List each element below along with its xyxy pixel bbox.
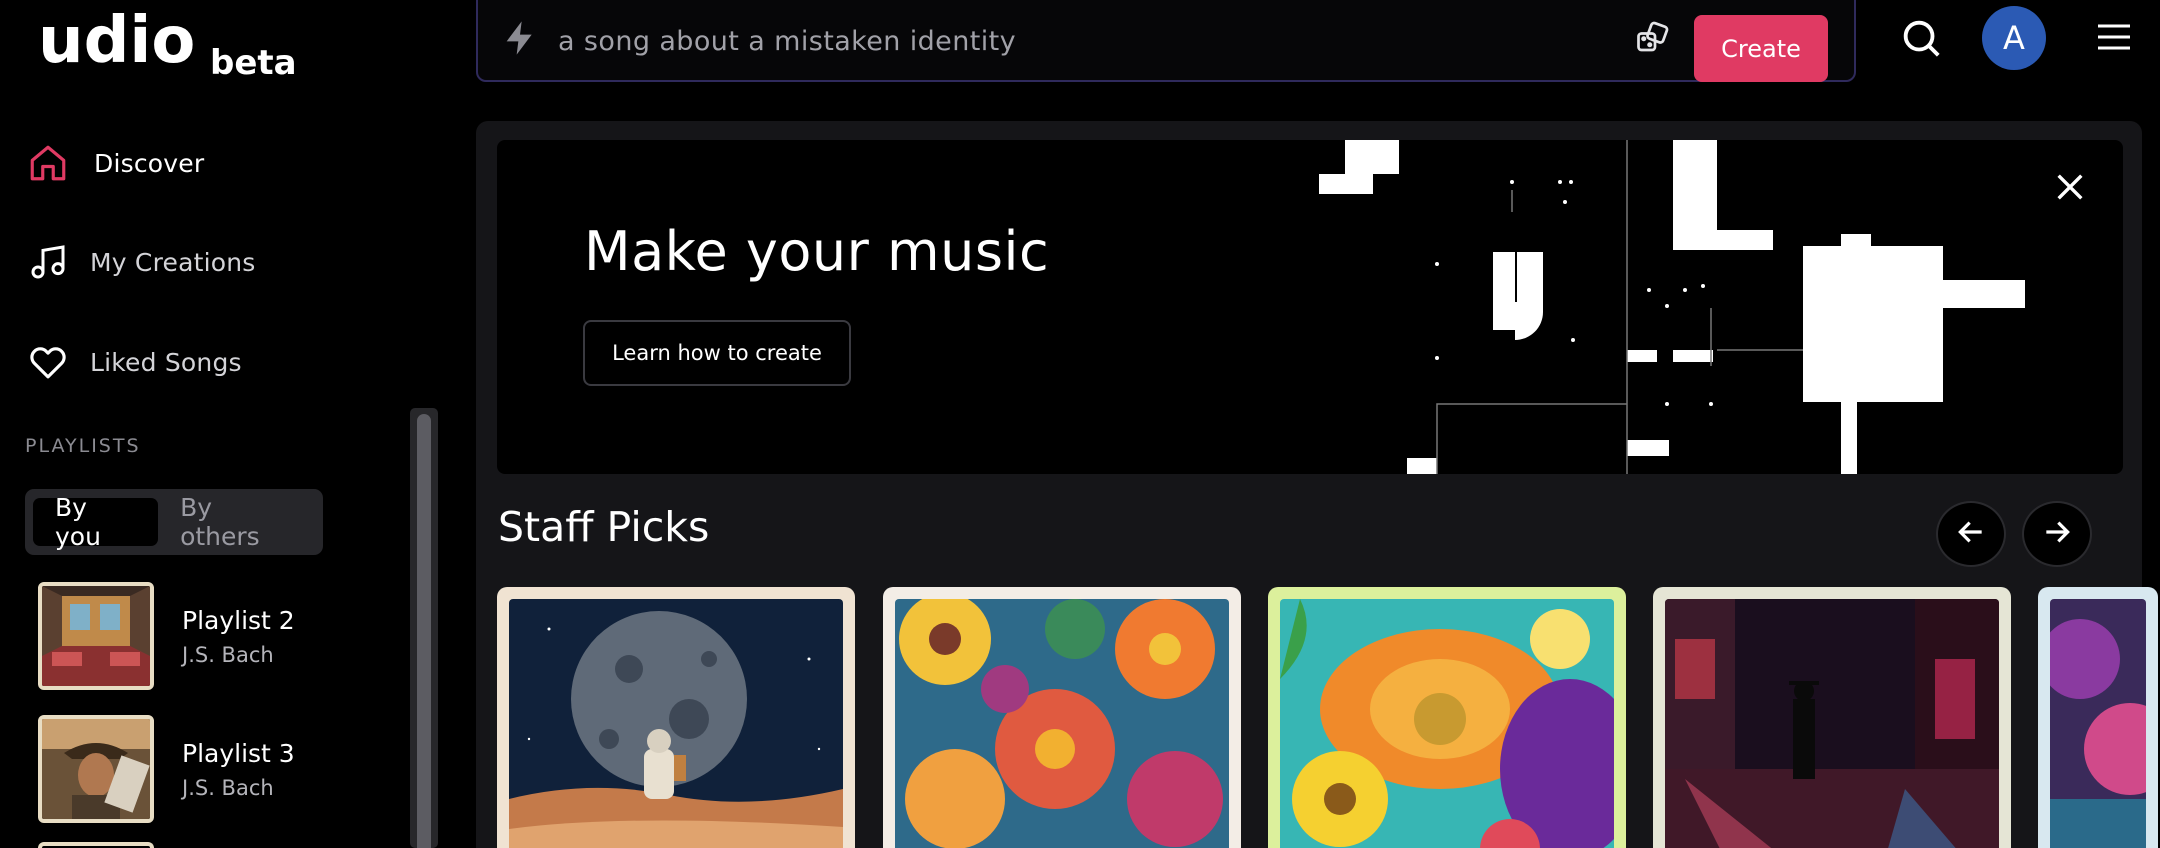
create-button[interactable]: Create [1694, 15, 1828, 82]
staff-picks-title: Staff Picks [498, 503, 710, 551]
prompt-bar: a song about a mistaken identity [476, 0, 1856, 82]
nav-label: Discover [94, 148, 205, 178]
staff-pick-card[interactable] [2038, 587, 2158, 848]
filter-by-others[interactable]: By others [158, 493, 315, 551]
nav-label: Liked Songs [90, 347, 242, 377]
heart-icon [26, 340, 70, 384]
filter-by-you[interactable]: By you [33, 493, 159, 551]
staff-pick-card[interactable] [883, 587, 1241, 848]
arrow-right-icon [2041, 516, 2073, 552]
logo-word: udio [38, 4, 195, 78]
playlist-cover [38, 582, 154, 690]
playlist-name: Playlist 3 [182, 738, 295, 768]
hamburger-menu-icon[interactable] [2096, 22, 2132, 56]
card-art [895, 599, 1229, 848]
staff-pick-card[interactable] [497, 587, 855, 848]
arrow-left-icon [1955, 516, 1987, 552]
card-art [2050, 599, 2146, 848]
dice-icon[interactable] [1634, 20, 1670, 60]
playlist-item[interactable]: Playlist 3 J.S. Bach [38, 715, 295, 823]
bolt-icon [500, 17, 540, 63]
card-art [1665, 599, 1999, 848]
user-avatar[interactable]: A [1982, 6, 2046, 70]
playlist-author: J.S. Bach [182, 775, 274, 800]
next-button[interactable] [2022, 501, 2092, 567]
logo-badge: beta [210, 43, 297, 80]
prompt-input[interactable]: a song about a mistaken identity [558, 26, 1016, 57]
hero-banner: Make your music Learn how to create [497, 140, 2123, 474]
nav-discover[interactable]: Discover [26, 133, 204, 193]
playlist-name: Playlist 2 [182, 605, 295, 635]
hero-pixel-art [1319, 140, 2025, 474]
sidebar-scrollbar[interactable] [410, 408, 438, 848]
playlists-section-title: PLAYLISTS [25, 435, 141, 457]
nav-label: My Creations [90, 247, 256, 277]
playlist-cover [38, 715, 154, 823]
playlist-filter-toggle: By you By others [25, 489, 323, 555]
nav-my-creations[interactable]: My Creations [26, 232, 256, 292]
card-art [1280, 599, 1614, 848]
card-art [509, 599, 843, 848]
playlist-item-partial[interactable] [38, 842, 154, 848]
close-icon[interactable] [2053, 170, 2087, 208]
scrollbar-thumb[interactable] [417, 414, 431, 848]
playlist-author: J.S. Bach [182, 642, 274, 667]
staff-pick-card[interactable] [1653, 587, 2011, 848]
udio-logo[interactable]: udio beta [38, 0, 308, 80]
prev-button[interactable] [1936, 501, 2006, 567]
music-note-icon [26, 240, 70, 284]
playlist-item[interactable]: Playlist 2 J.S. Bach [38, 582, 295, 690]
search-icon[interactable] [1898, 15, 1944, 65]
home-icon [26, 141, 70, 185]
staff-pick-card[interactable] [1268, 587, 1626, 848]
nav-liked-songs[interactable]: Liked Songs [26, 332, 242, 392]
